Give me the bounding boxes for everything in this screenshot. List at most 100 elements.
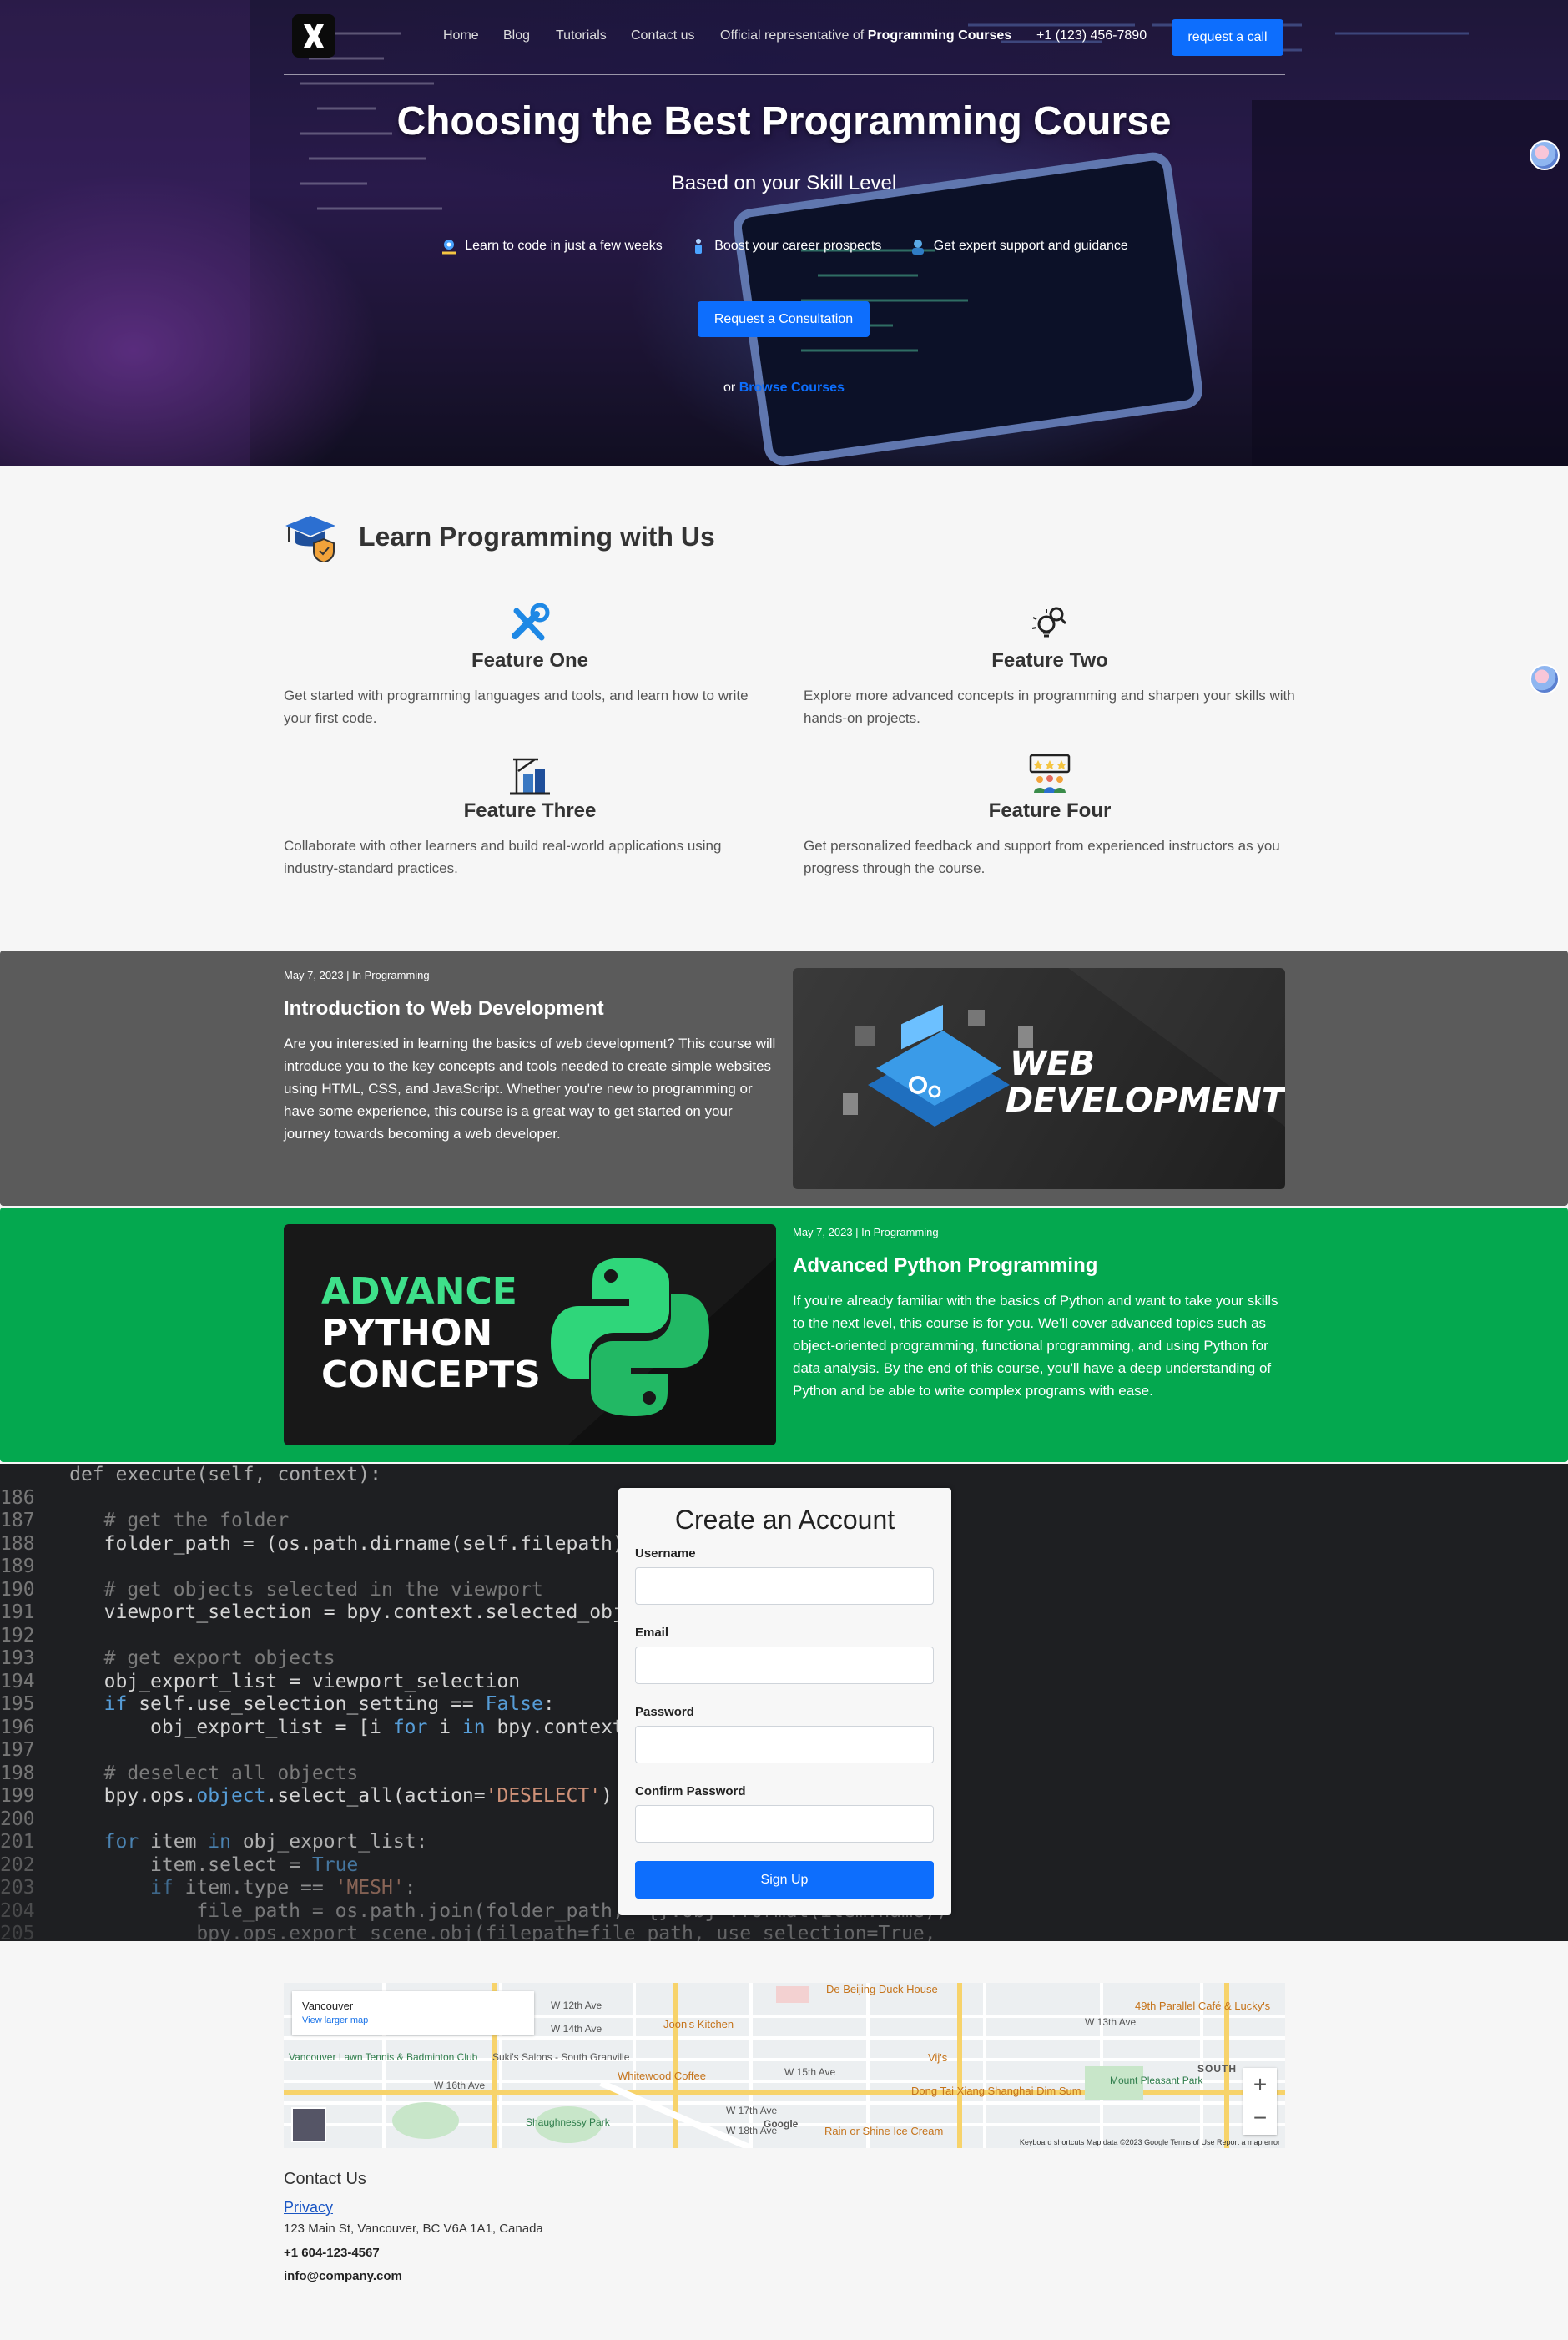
- street-label: W 13th Ave: [1085, 2016, 1137, 2028]
- zoom-out-icon[interactable]: −: [1243, 2101, 1277, 2135]
- team-rating-icon: [1029, 754, 1071, 793]
- course-card-web-development[interactable]: May 7, 2023 | In Programming Introductio…: [0, 951, 1568, 1206]
- representative-prefix: Official representative of: [720, 28, 865, 43]
- map-park-label[interactable]: Shaughnessy Park: [526, 2116, 610, 2128]
- site-logo[interactable]: [292, 14, 335, 58]
- web-development-image: WEB DEVELOPMENT: [793, 968, 1285, 1189]
- feature-title: Feature One: [471, 649, 589, 672]
- map-park-label[interactable]: Mount Pleasant Park: [1110, 2075, 1202, 2086]
- feature-card: Feature One Get started with programming…: [284, 603, 776, 729]
- map-poi[interactable]: Suki's Salons - South Granville: [492, 2051, 629, 2063]
- feature-text: Get personalized feedback and support fr…: [804, 838, 1280, 876]
- web-image-line1: WEB: [1010, 1045, 1095, 1083]
- nav-phone: +1 (123) 456-7890: [1036, 28, 1147, 43]
- map-poi[interactable]: 49th Parallel Café & Lucky's: [1135, 2000, 1270, 2012]
- benefit-text: Boost your career prospects: [714, 239, 882, 253]
- nav-contact-link[interactable]: Contact us: [631, 28, 694, 43]
- python-image-line2: PYTHON: [321, 1312, 492, 1354]
- embedded-map[interactable]: Vancouver View larger map W 12th Ave W 1…: [284, 1983, 1285, 2148]
- lightbulb-search-icon: [1031, 607, 1067, 638]
- buildings-crane-icon: [510, 758, 550, 795]
- nav-tutorials-link[interactable]: Tutorials: [556, 28, 607, 43]
- feature-card: Feature Four Get personalized feedback a…: [804, 753, 1296, 880]
- map-poi[interactable]: Dong Tai Xiang Shanghai Dim Sum: [911, 2085, 1081, 2097]
- person-info-icon: [695, 239, 703, 254]
- email-label: Email: [635, 1626, 669, 1640]
- course-title[interactable]: Advanced Python Programming: [793, 1254, 1097, 1278]
- contact-address: 123 Main St, Vancouver, BC V6A 1A1, Cana…: [284, 2221, 543, 2236]
- benefit-text: Get expert support and guidance: [933, 239, 1128, 253]
- representative-brand: Programming Courses: [867, 28, 1012, 43]
- course-description: Are you interested in learning the basic…: [284, 1036, 776, 1142]
- feature-title: Feature Four: [988, 799, 1112, 822]
- course-description: If you're already familiar with the basi…: [793, 1293, 1278, 1399]
- map-place-title: Vancouver: [302, 2000, 354, 2012]
- map-park-label[interactable]: Vancouver Lawn Tennis & Badminton Club: [289, 2051, 477, 2063]
- support-agent-icon: [911, 240, 924, 255]
- google-logo: Google: [764, 2118, 799, 2130]
- learn-section-title: Learn Programming with Us: [359, 521, 715, 552]
- chat-avatar[interactable]: [1530, 664, 1560, 694]
- sign-up-button[interactable]: Sign Up: [635, 1861, 934, 1899]
- hero-section: Home Blog Tutorials Contact us Official …: [0, 0, 1568, 466]
- nav-home-link[interactable]: Home: [443, 28, 479, 43]
- map-poi[interactable]: Rain or Shine Ice Cream: [824, 2125, 943, 2137]
- browse-courses-line: or Browse Courses: [0, 381, 1568, 396]
- password-label: Password: [635, 1705, 694, 1719]
- representative-text: Official representative of Programming C…: [720, 28, 1011, 43]
- web-image-line2: DEVELOPMENT: [1006, 1082, 1285, 1120]
- contact-title: Contact Us: [284, 2170, 366, 2188]
- python-image-line1: ADVANCE: [321, 1270, 517, 1313]
- zoom-in-icon[interactable]: +: [1243, 2068, 1277, 2101]
- chat-avatar[interactable]: [1530, 140, 1560, 170]
- feature-title: Feature Three: [463, 799, 597, 822]
- request-call-button[interactable]: request a call: [1172, 19, 1283, 56]
- signup-title: Create an Account: [674, 1505, 895, 1535]
- map-poi[interactable]: De Beijing Duck House: [826, 1983, 938, 1995]
- learn-section-header: Learn Programming with Us: [284, 511, 715, 562]
- feature-text: Explore more advanced concepts in progra…: [804, 688, 1295, 726]
- browse-prefix: or: [723, 381, 736, 395]
- contact-email: info@company.com: [284, 2269, 402, 2283]
- confirm-password-input[interactable]: [635, 1805, 934, 1843]
- street-label: W 15th Ave: [784, 2066, 836, 2078]
- python-concepts-image: ADVANCE PYTHON CONCEPTS: [284, 1224, 776, 1445]
- course-title[interactable]: Introduction to Web Development: [284, 997, 604, 1021]
- street-label: W 16th Ave: [434, 2080, 486, 2091]
- email-input[interactable]: [635, 1647, 934, 1684]
- district-label: SOUTH: [1197, 2063, 1237, 2075]
- request-consultation-button[interactable]: Request a Consultation: [698, 301, 870, 337]
- course-meta: May 7, 2023 | In Programming: [793, 1226, 939, 1238]
- map-poi[interactable]: Joon's Kitchen: [663, 2018, 734, 2030]
- python-image-line3: CONCEPTS: [321, 1354, 541, 1396]
- map-poi[interactable]: Vij's: [928, 2051, 947, 2064]
- course-meta: May 7, 2023 | In Programming: [284, 969, 430, 981]
- map-poi[interactable]: Whitewood Coffee: [618, 2070, 706, 2082]
- benefit-text: Learn to code in just a few weeks: [465, 239, 663, 253]
- view-larger-map-link[interactable]: View larger map: [302, 2015, 368, 2025]
- privacy-link[interactable]: Privacy: [284, 2199, 543, 2216]
- map-zoom-controls: + −: [1243, 2068, 1277, 2135]
- contact-phone: +1 604-123-4567: [284, 2246, 380, 2260]
- hero-title: Choosing the Best Programming Course: [396, 99, 1172, 144]
- benefit-item: Get expert support and guidance: [909, 237, 1128, 255]
- browse-courses-link[interactable]: Browse Courses: [739, 381, 845, 395]
- benefit-item: Boost your career prospects: [689, 237, 881, 255]
- street-label: W 17th Ave: [726, 2105, 778, 2116]
- course-card-python[interactable]: ADVANCE PYTHON CONCEPTS May 7, 2023 | In…: [0, 1208, 1568, 1462]
- nav-blog-link[interactable]: Blog: [503, 28, 530, 43]
- top-navigation: Home Blog Tutorials Contact us Official …: [284, 0, 1285, 75]
- hero-subtitle: Based on your Skill Level: [671, 172, 897, 194]
- feature-text: Collaborate with other learners and buil…: [284, 838, 722, 876]
- feature-card: Feature Two Explore more advanced concep…: [804, 603, 1296, 729]
- street-label: W 12th Ave: [551, 2000, 602, 2011]
- tools-icon: [512, 603, 550, 641]
- contact-footer: Contact Us Privacy 123 Main St, Vancouve…: [284, 2170, 543, 2283]
- benefit-item: Learn to code in just a few weeks: [440, 237, 663, 255]
- password-input[interactable]: [635, 1726, 934, 1763]
- feature-card: Feature Three Collaborate with other lea…: [284, 753, 776, 880]
- username-input[interactable]: [635, 1567, 934, 1605]
- location-pin-icon: [442, 240, 456, 255]
- map-attribution: Keyboard shortcuts Map data ©2023 Google…: [1019, 2138, 1280, 2146]
- benefits-list: Learn to code in just a few weeks Boost …: [0, 237, 1568, 260]
